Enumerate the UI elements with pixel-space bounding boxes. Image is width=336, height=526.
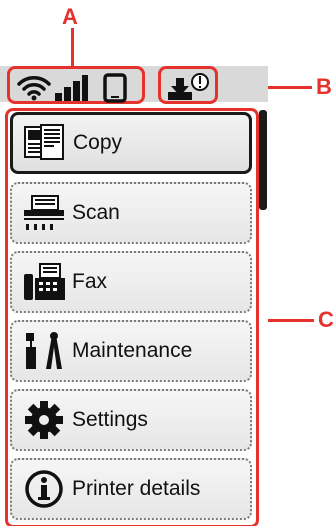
menu-item-maintenance[interactable]: Maintenance [10,320,252,382]
menu-item-label: Fax [72,270,108,293]
menu-item-fax[interactable]: Fax [10,251,252,313]
fax-icon [18,260,70,304]
settings-gear-icon [18,398,70,442]
signal-bars-icon [55,75,88,101]
copy-icon [19,121,71,165]
menu-item-scan[interactable]: Scan [10,182,252,244]
callout-leader-a [71,28,74,68]
menu-item-label: Copy [73,131,123,154]
menu-item-settings[interactable]: Settings [10,389,252,451]
menu-scrollbar[interactable] [259,110,267,210]
callout-leader-c [264,319,314,322]
menu-item-label: Settings [72,408,148,431]
wifi-icon [17,76,51,101]
network-status-area[interactable] [7,66,145,104]
download-warning-icon [168,73,209,100]
phone-icon [103,73,127,103]
scan-icon [18,191,70,235]
menu-item-label: Maintenance [72,339,193,362]
callout-label-b: B [316,74,332,99]
menu-item-label: Scan [72,201,120,224]
menu-item-label: Printer details [72,477,201,500]
maintenance-icon [18,329,70,373]
callout-label-a: A [62,4,78,29]
menu-item-printer-details[interactable]: Printer details [10,458,252,520]
printer-screen: Copy Scan Fax Maintenance Settings Print… [0,66,268,526]
callout-label-c: C [318,307,334,332]
info-icon [18,467,70,511]
notification-status-area[interactable] [158,66,218,104]
menu-item-copy[interactable]: Copy [10,112,252,174]
